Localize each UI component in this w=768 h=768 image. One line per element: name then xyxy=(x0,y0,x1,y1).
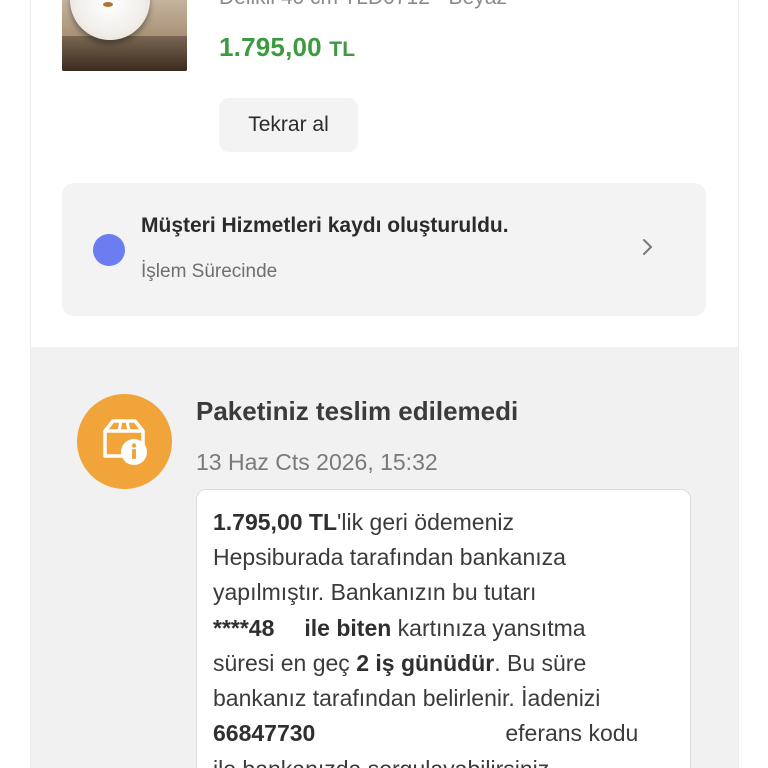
refund-reference-code: 66847730 xyxy=(213,720,316,746)
customer-service-card[interactable]: Müşteri Hizmetleri kaydı oluşturuldu. İş… xyxy=(62,183,706,316)
product-image-drain xyxy=(103,2,113,7)
refund-amount: 1.795,00 TL xyxy=(213,509,338,535)
refund-message-text: kartınıza yansıtma xyxy=(391,615,586,641)
refund-message-line: 66847730 eferans kodu xyxy=(213,720,638,747)
product-price-value: 1.795,00 xyxy=(219,32,322,62)
customer-service-status: İşlem Sürecinde xyxy=(141,261,278,282)
refund-message-line: yapılmıştır. Bankanızın bu tutarı xyxy=(213,579,537,605)
refund-message-text: 'lik geri ödemeniz xyxy=(337,509,515,535)
refund-message-line: süresi en geç 2 iş günüdür. Bu süre xyxy=(213,650,586,677)
customer-service-title: Müşteri Hizmetleri kaydı oluşturuldu. xyxy=(141,214,509,237)
delivery-status-title: Paketiniz teslim edilemedi xyxy=(196,396,519,426)
refund-message-text: süresi en geç xyxy=(213,650,357,676)
refund-message-text: eferans kodu xyxy=(505,720,639,746)
refund-duration: 2 iş günüdür xyxy=(356,650,495,676)
chevron-right-icon xyxy=(643,239,652,255)
product-image[interactable] xyxy=(62,0,187,71)
refund-message-line: ****48 ile biten kartınıza yansıtma xyxy=(213,615,586,642)
product-name[interactable]: Delikli 40 cm TLD0712 - Beyaz xyxy=(219,0,507,10)
reorder-button[interactable]: Tekrar al xyxy=(219,98,358,152)
product-price-currency: TL xyxy=(329,38,356,61)
refund-message-line: ile bankanızda sorgulayabilirsiniz. xyxy=(213,756,556,768)
card-suffix-text: ile biten xyxy=(304,615,392,641)
refund-message-line: 1.795,00 TL'lik geri ödemeniz xyxy=(213,509,514,536)
status-dot-icon xyxy=(93,234,125,266)
product-price: 1.795,00 TL xyxy=(219,32,355,63)
refund-message-line: Hepsiburada tarafından bankanıza xyxy=(213,544,566,570)
refund-message-box: 1.795,00 TL'lik geri ödemeniz Hepsiburad… xyxy=(196,489,691,768)
refund-message-text: . Bu süre xyxy=(494,650,587,676)
package-info-icon xyxy=(77,394,172,489)
delivery-status-date: 13 Haz Cts 2026, 15:32 xyxy=(196,449,438,475)
refund-message-line: bankanız tarafından belirlenir. İadenizi xyxy=(213,685,601,711)
masked-card-number: ****48 xyxy=(213,615,275,641)
product-image-counter xyxy=(62,36,187,71)
